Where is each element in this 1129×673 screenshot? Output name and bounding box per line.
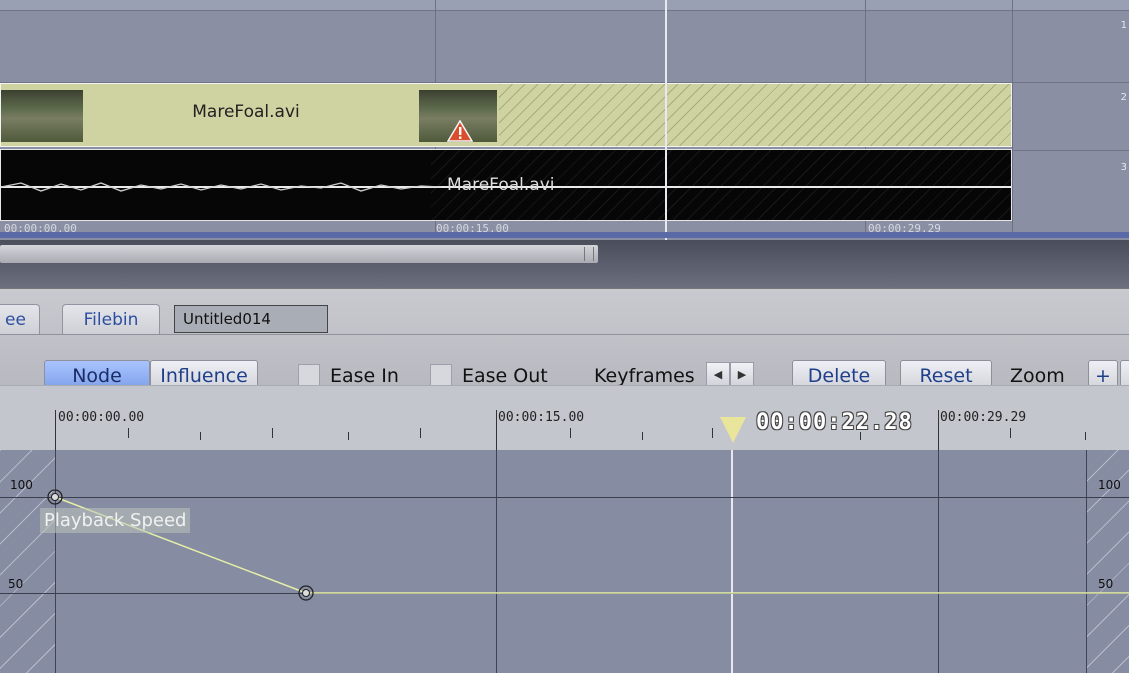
curve-name-label: Playback Speed [40, 508, 191, 533]
ruler-tick [348, 432, 349, 440]
ruler-timecode: 00:00:29.29 [940, 410, 1027, 425]
project-name-field[interactable]: Untitled014 [174, 305, 328, 333]
ruler-tick [570, 428, 571, 438]
video-clip[interactable]: MareFoal.avi [0, 83, 1012, 147]
warning-icon [447, 120, 473, 142]
ruler-tick [272, 428, 273, 438]
ease-out-checkbox[interactable] [430, 364, 452, 386]
ruler-tick [55, 410, 56, 450]
ruler-tick [200, 432, 201, 440]
video-clip-name: MareFoal.avi [192, 102, 300, 122]
divider [0, 334, 1129, 335]
ruler-tick [642, 432, 643, 440]
track-number: 1 [1120, 20, 1127, 31]
timeline-area[interactable]: 1 2 3 MareFoal.avi MareFoal.avi 00:00:00… [0, 0, 1129, 290]
ruler-tick [420, 428, 421, 438]
ruler-tick [1010, 428, 1011, 438]
tab-filebin[interactable]: Filebin [62, 304, 160, 334]
clip-unused-region [499, 84, 1011, 146]
ruler-tick [128, 428, 129, 438]
tab-partial[interactable]: ee [0, 304, 40, 334]
track-number: 3 [1120, 162, 1127, 173]
keyframe-node[interactable] [47, 489, 63, 505]
ruler-tick [1085, 432, 1086, 440]
timeline-range-strip [0, 232, 1129, 238]
current-time-display: 00:00:22.28 [756, 410, 913, 435]
ruler-tick [938, 410, 939, 450]
track-number: 2 [1120, 92, 1127, 103]
playhead-marker-icon[interactable] [720, 417, 746, 443]
audio-waveform-peaks [1, 182, 441, 192]
timeline-playhead[interactable] [665, 0, 667, 240]
top-ruler [0, 0, 1129, 11]
clip-thumbnail [1, 90, 83, 142]
ruler-timecode: 00:00:15.00 [498, 410, 585, 425]
grid-line [1012, 0, 1013, 236]
scrollbar-grip-icon[interactable] [584, 247, 594, 261]
ease-in-checkbox[interactable] [298, 364, 320, 386]
audio-clip-name: MareFoal.avi [447, 175, 555, 195]
ruler-timecode: 00:00:00.00 [58, 410, 145, 425]
ruler-tick [712, 428, 713, 438]
audio-clip[interactable]: MareFoal.avi [0, 149, 1012, 221]
playback-speed-curve[interactable] [0, 450, 1129, 673]
curve-line [54, 496, 1129, 594]
scrollbar-thumb[interactable] [0, 245, 598, 263]
ruler-tick [496, 410, 497, 450]
